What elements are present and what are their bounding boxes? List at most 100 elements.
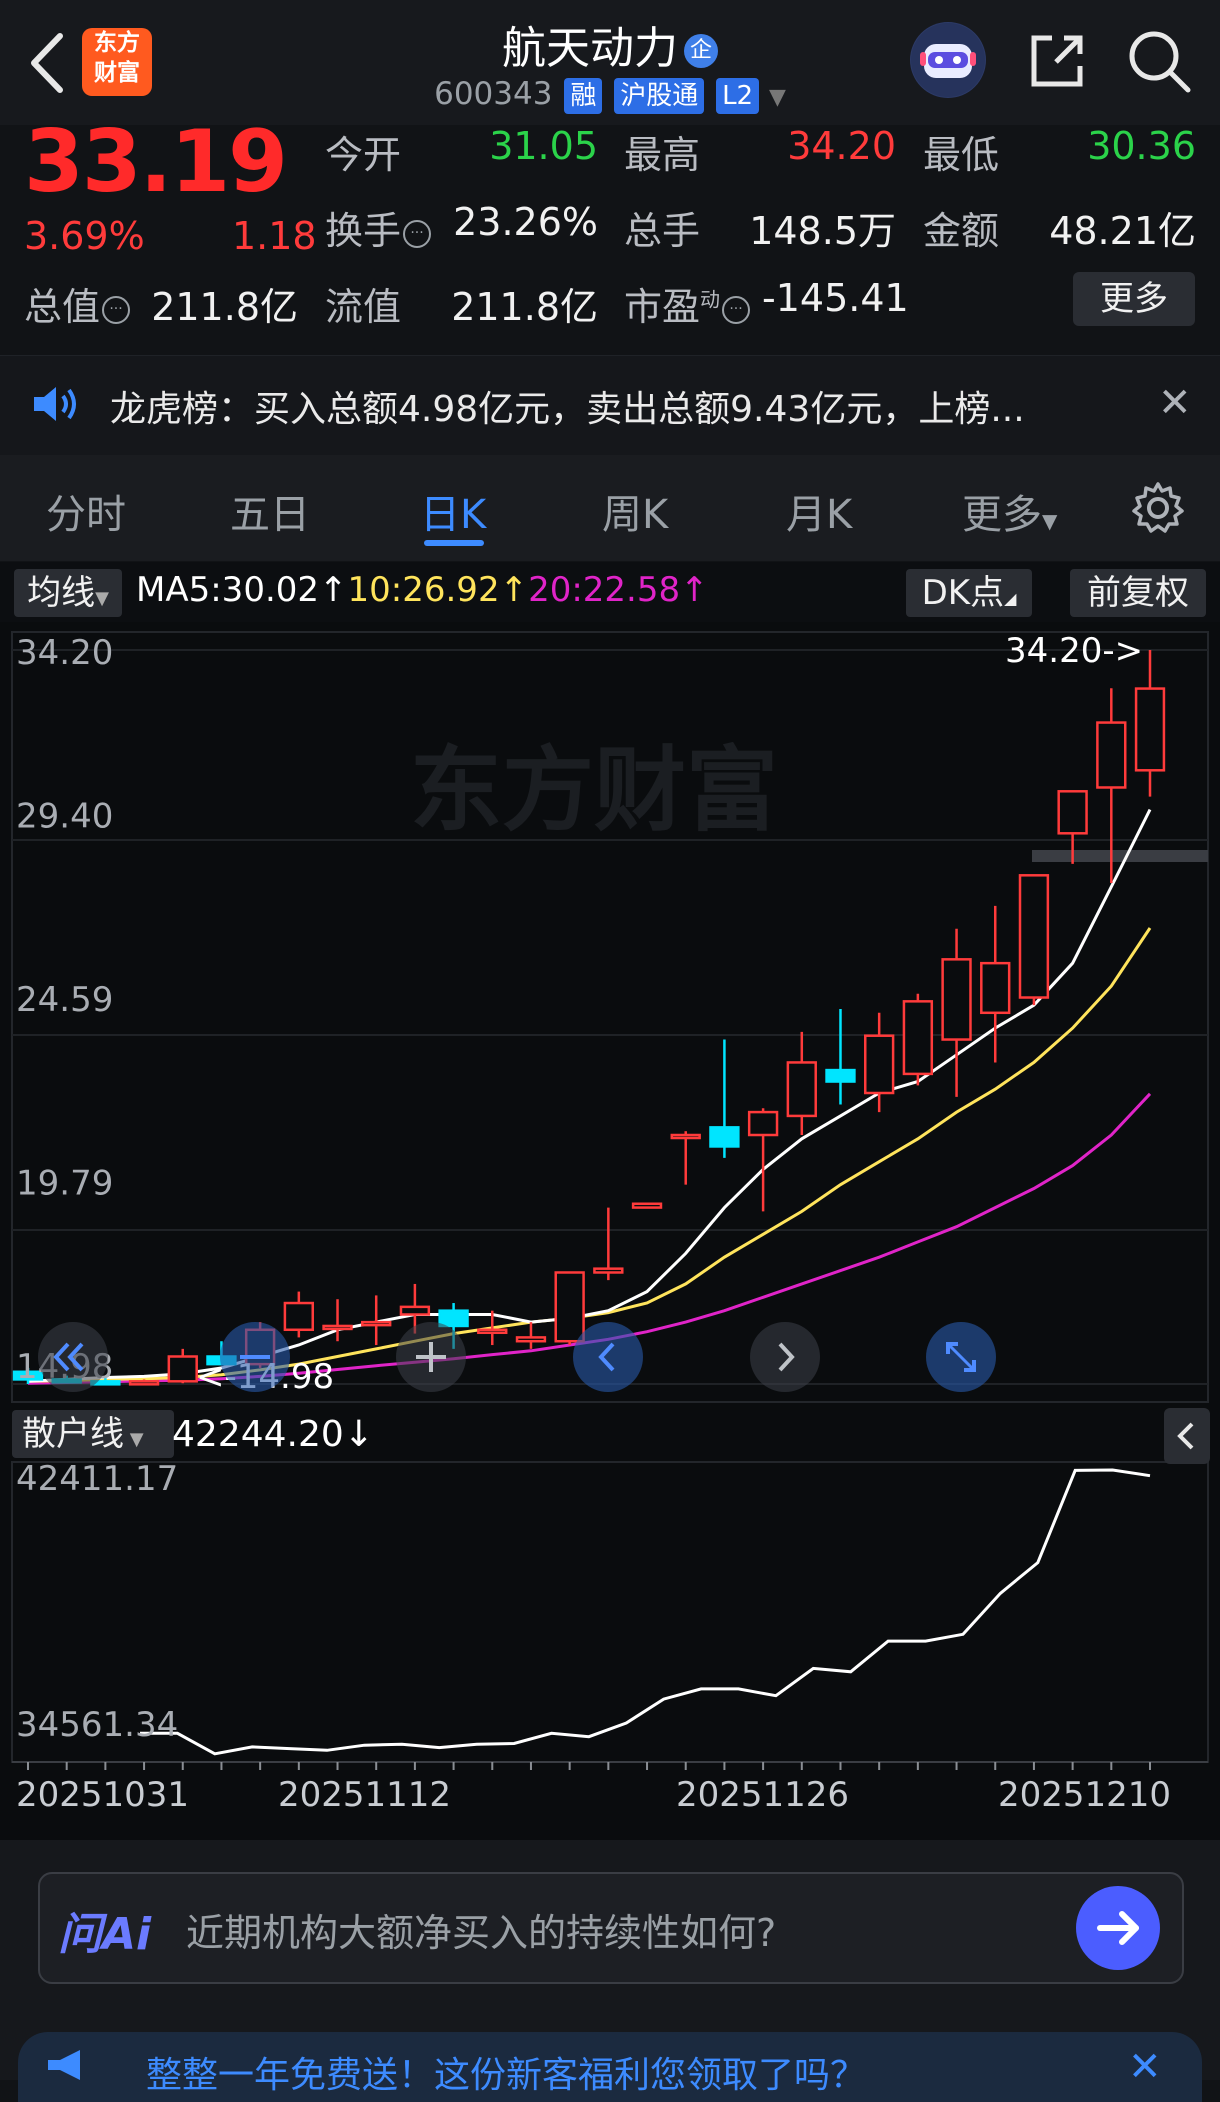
current-price: 33.19 <box>24 112 288 212</box>
tag-l2: L2 <box>716 78 760 114</box>
candle-body <box>128 1380 160 1386</box>
kline-chart[interactable]: 东方财富 34.2029.4024.5919.7914.9842411.1734… <box>0 622 1220 1840</box>
ai-logo: 问Ai <box>58 1909 152 1960</box>
change-percent: 3.69% <box>24 214 145 258</box>
ai-question-text[interactable]: 近期机构大额净买入的持续性如何? <box>186 1902 776 1957</box>
ma-lines <box>27 808 1152 1385</box>
search-icon[interactable] <box>1126 28 1192 94</box>
fullscreen-icon[interactable] <box>926 1322 996 1392</box>
scroll-left-icon[interactable] <box>573 1322 643 1392</box>
settings-gear-icon[interactable] <box>1130 480 1186 536</box>
candle-body <box>361 1320 392 1327</box>
stock-code: 600343 <box>434 76 553 112</box>
candle <box>709 1039 740 1158</box>
volume-value: 148.5万 <box>749 209 896 253</box>
pe-label: 市盈动 ··· <box>624 276 751 331</box>
candle-body <box>167 1355 198 1383</box>
tab-daily-k[interactable]: 日K <box>420 482 486 540</box>
dropdown-triangle-icon: ▼ <box>1042 509 1058 533</box>
scroll-right-icon[interactable] <box>750 1322 820 1392</box>
megaphone-icon <box>48 2050 80 2080</box>
tab-monthly-k[interactable]: 月K <box>786 482 852 540</box>
candle <box>825 1008 856 1105</box>
candle-body <box>1057 790 1088 835</box>
x-tick-label: 20251210 <box>998 1775 1171 1815</box>
ma10-value: 10:26.92↑ <box>347 570 529 610</box>
indicator-panel-frame <box>11 1461 1209 1763</box>
high-value: 34.20 <box>787 124 896 168</box>
chevron-left-icon <box>1177 1422 1194 1450</box>
candle <box>941 928 972 1097</box>
amount-value: 48.21亿 <box>1049 209 1196 253</box>
candle <box>786 1031 817 1136</box>
x-tick-label: 20251031 <box>16 1775 189 1815</box>
candle-body <box>670 1133 701 1140</box>
tab-weekly-k[interactable]: 周K <box>602 482 668 540</box>
x-tick-label: 20251126 <box>676 1775 849 1815</box>
open-label: 今开 <box>325 133 402 177</box>
candle <box>1134 650 1166 797</box>
close-icon[interactable]: ✕ <box>1128 2044 1162 2090</box>
dk-point-button[interactable]: DK点◢ <box>906 569 1032 617</box>
candle <box>631 1202 663 1209</box>
promo-text[interactable]: 整整一年免费送！这份新客福利您领取了吗？ <box>146 2046 866 2098</box>
candle-body <box>515 1336 547 1343</box>
speaker-icon <box>34 387 76 421</box>
candle <box>902 993 934 1086</box>
y-tick-label: 34.20 <box>16 633 113 673</box>
indicator-selector[interactable]: 散户线 ▼ <box>12 1410 174 1458</box>
info-dots-icon[interactable]: ··· <box>403 219 432 248</box>
close-icon[interactable]: ✕ <box>1158 380 1192 426</box>
share-icon[interactable] <box>1026 30 1088 92</box>
ai-robot-icon[interactable] <box>910 22 986 98</box>
change-amount: 1.18 <box>232 214 317 258</box>
candle-body <box>825 1068 856 1083</box>
y-tick-label: 29.40 <box>16 796 113 836</box>
collapse-panel-button[interactable] <box>1164 1408 1210 1464</box>
zoom-out-icon[interactable] <box>220 1322 290 1392</box>
candle-body <box>863 1034 895 1095</box>
candle-body <box>941 958 972 1041</box>
float-cap-label: 流值 <box>325 285 402 329</box>
news-text[interactable]: 龙虎榜：买入总额4.98亿元，卖出总额9.43亿元，上榜... <box>110 380 1025 432</box>
candle-body <box>477 1328 508 1335</box>
candle <box>167 1348 198 1384</box>
price-adjust-button[interactable]: 前复权 <box>1070 569 1206 617</box>
candle-body <box>399 1305 431 1316</box>
candle <box>670 1131 701 1185</box>
candle <box>980 905 1011 1063</box>
enterprise-badge-icon: 企 <box>684 34 718 68</box>
zoom-in-icon[interactable] <box>396 1322 466 1392</box>
indicator-current-value: 42244.20↓ <box>172 1414 374 1455</box>
watermark: 东方财富 <box>410 737 778 844</box>
ma-selector[interactable]: 均线▼ <box>14 569 122 617</box>
dropdown-triangle-icon: ▼ <box>768 85 786 110</box>
x-tick-label: 20251112 <box>278 1775 451 1815</box>
scroll-left-fast-icon[interactable] <box>38 1322 108 1392</box>
high-annotation: 34.20-> <box>1005 631 1143 671</box>
y-tick-label: 19.79 <box>16 1163 113 1203</box>
candle-body <box>902 1000 934 1076</box>
y-tick-label: 24.59 <box>16 980 113 1020</box>
info-dots-icon[interactable]: ··· <box>102 295 131 324</box>
candle-body <box>1096 721 1127 789</box>
candle <box>593 1207 624 1281</box>
stock-name-text: 航天动力 <box>502 23 678 74</box>
tab-five-day[interactable]: 五日 <box>230 482 310 540</box>
more-quote-button[interactable]: 更多 <box>1073 272 1195 326</box>
low-value: 30.36 <box>1087 124 1196 168</box>
info-dots-icon[interactable]: ··· <box>722 295 751 324</box>
y-axis-labels: 34.2029.4024.5919.7914.9842411.1734561.3… <box>16 633 178 1745</box>
ai-submit-button[interactable] <box>1076 1886 1160 1970</box>
tab-more[interactable]: 更多▼ <box>962 482 1057 540</box>
candle-body <box>631 1202 663 1209</box>
amount-label: 金额 <box>923 209 1000 253</box>
candle <box>128 1379 160 1386</box>
tag-connect: 沪股通 <box>614 78 705 114</box>
pe-value: -145.41 <box>762 276 909 320</box>
candle-body <box>709 1126 740 1148</box>
candle <box>515 1322 547 1349</box>
tab-intraday[interactable]: 分时 <box>46 482 126 540</box>
candle-body <box>747 1110 779 1137</box>
retail-line <box>140 1468 1151 1756</box>
